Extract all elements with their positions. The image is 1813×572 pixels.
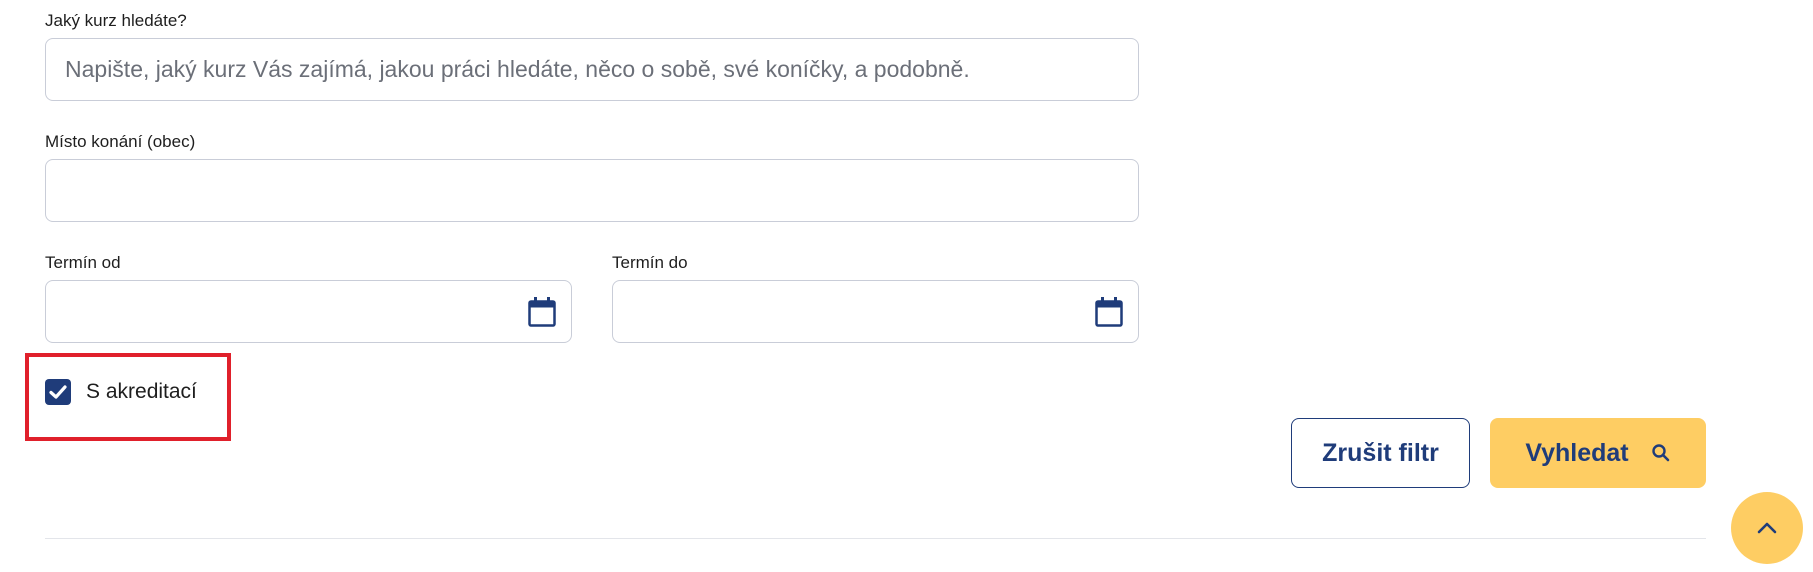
chevron-up-icon bbox=[1757, 522, 1777, 534]
date-from-input[interactable] bbox=[45, 280, 572, 343]
clear-filter-button[interactable]: Zrušit filtr bbox=[1291, 418, 1470, 488]
location-label: Místo konání (obec) bbox=[45, 132, 196, 151]
date-to-label: Termín do bbox=[612, 253, 688, 272]
course-search-input[interactable] bbox=[45, 38, 1139, 101]
search-button-label: Vyhledat bbox=[1525, 438, 1629, 467]
date-from-label: Termín od bbox=[45, 253, 121, 272]
checkmark-icon bbox=[49, 385, 67, 399]
calendar-icon[interactable] bbox=[1095, 297, 1123, 327]
calendar-icon[interactable] bbox=[528, 297, 556, 327]
location-input[interactable] bbox=[45, 159, 1139, 222]
scroll-to-top-button[interactable] bbox=[1731, 492, 1803, 564]
accreditation-label[interactable]: S akreditací bbox=[86, 380, 197, 404]
section-divider bbox=[45, 538, 1706, 539]
search-icon bbox=[1651, 444, 1669, 462]
date-to-input[interactable] bbox=[612, 280, 1139, 343]
clear-filter-label: Zrušit filtr bbox=[1322, 438, 1439, 467]
search-button[interactable]: Vyhledat bbox=[1490, 418, 1706, 488]
course-label: Jaký kurz hledáte? bbox=[45, 11, 187, 30]
accreditation-checkbox[interactable] bbox=[45, 379, 71, 405]
